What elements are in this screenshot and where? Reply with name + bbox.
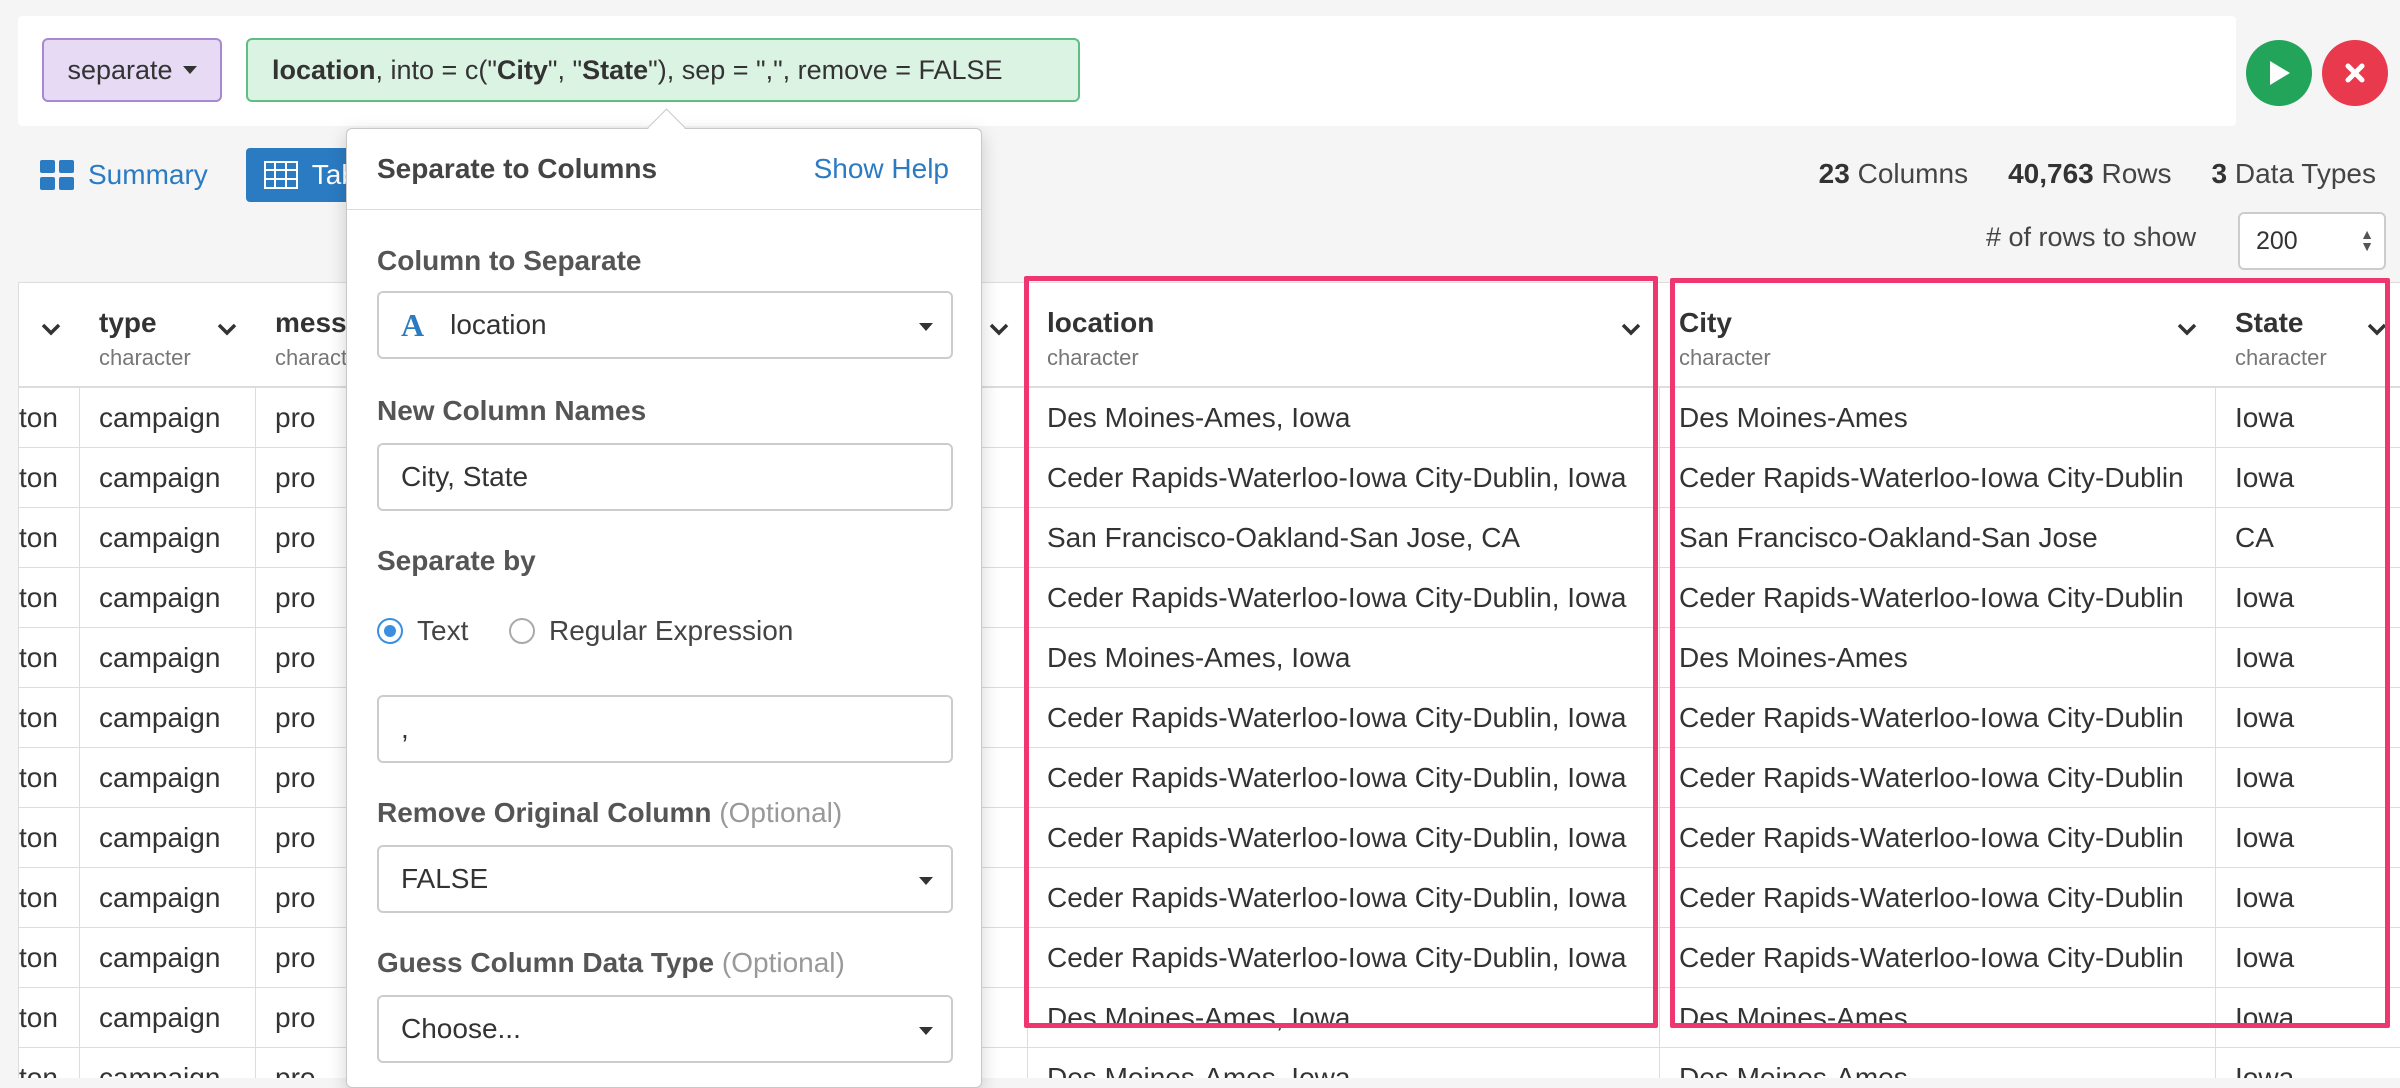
dialog-title: Separate to Columns — [377, 153, 658, 184]
show-help-link[interactable]: Show Help — [814, 153, 949, 185]
chevron-down-icon — [182, 66, 197, 74]
table-cell: ton — [19, 388, 79, 448]
guess-type-value: Choose... — [401, 1013, 521, 1044]
table-cell: campaign — [79, 388, 255, 448]
spinner-icon: ▲ ▼ — [2360, 226, 2374, 254]
table-icon — [263, 161, 298, 189]
table-cell: Des Moines-Ames, Iowa — [1027, 1048, 1659, 1078]
table-cell: campaign — [79, 928, 255, 988]
column-type: type character campaign campaign campaign cam… — [79, 282, 256, 1078]
guess-type-select[interactable]: Choose... — [377, 995, 953, 1063]
highlight-location-column — [1024, 276, 1658, 1028]
table-cell: campaign — [79, 688, 255, 748]
table-cell: campaign — [79, 448, 255, 508]
remove-original-label: Remove Original Column (Optional) — [377, 797, 843, 828]
run-button[interactable] — [2246, 40, 2312, 106]
chevron-down-icon — [919, 323, 933, 331]
table-cell: ton — [19, 448, 79, 508]
table-cell: campaign — [79, 988, 255, 1048]
command-text: ", " — [547, 54, 583, 85]
table-cell: ton — [19, 808, 79, 868]
command-arg-column: location — [272, 54, 376, 85]
rows-to-show-label: # of rows to show — [1986, 222, 2197, 252]
radio-regex-label: Regular Expression — [549, 615, 794, 646]
chevron-down-icon[interactable] — [987, 317, 1011, 341]
rows-to-show-select[interactable]: 200 ▲ ▼ — [2238, 212, 2386, 270]
new-column-names-input[interactable]: City, State — [377, 443, 953, 511]
guess-type-label: Guess Column Data Type (Optional) — [377, 947, 845, 978]
table-cell: campaign — [79, 868, 255, 928]
radio-text-label: Text — [417, 615, 469, 646]
column-header-type: character — [99, 345, 191, 370]
chevron-down-icon[interactable] — [215, 317, 239, 341]
radio-regular-expression[interactable]: Regular Expression — [509, 615, 793, 647]
rows-to-show-value: 200 — [2256, 226, 2298, 255]
radio-text[interactable]: Text — [377, 615, 468, 647]
column-to-separate-select[interactable]: A location — [377, 291, 953, 359]
columns-stat: 23 Columns — [1818, 158, 1969, 189]
data-stats: 23 Columns 40,763 Rows 3 Data Types — [1819, 158, 2376, 190]
separator-value: , — [401, 713, 409, 744]
grid-icon — [40, 160, 74, 190]
view-tabs: Summary Table — [22, 148, 397, 202]
new-column-names-label: New Column Names — [377, 395, 647, 426]
command-bar: separate location, into = c(" City ", " Sta… — [18, 16, 2236, 126]
types-stat: 3 Data Types — [2211, 158, 2376, 189]
cancel-button[interactable] — [2322, 40, 2388, 106]
table-cell: ton — [19, 688, 79, 748]
table-cell: ton — [19, 568, 79, 628]
table-cell: campaign — [79, 748, 255, 808]
new-column-names-value: City, State — [401, 461, 529, 492]
table-cell: campaign — [79, 508, 255, 568]
character-type-icon: A — [401, 306, 425, 343]
table-cell: ton — [19, 628, 79, 688]
command-input[interactable]: location, into = c(" City ", " State "), sep… — [246, 38, 1080, 102]
column-to-separate-label: Column to Separate — [377, 245, 642, 276]
table-cell: campaign — [79, 808, 255, 868]
play-icon — [2270, 61, 2290, 85]
table-cell: ton — [19, 748, 79, 808]
table-cell: campaign — [79, 628, 255, 688]
tab-summary-label: Summary — [88, 159, 208, 190]
radio-selected-icon — [377, 618, 403, 644]
separate-by-label: Separate by — [377, 545, 536, 576]
column-header[interactable]: type character — [79, 282, 255, 388]
radio-unselected-icon — [509, 618, 535, 644]
rows-stat: 40,763 Rows — [2008, 158, 2172, 189]
dialog-header: Separate to Columns Show Help — [347, 129, 981, 210]
table-cell: ton — [19, 988, 79, 1048]
command-text: "), sep = ",", remove = FALSE — [648, 54, 1003, 85]
remove-original-select[interactable]: FALSE — [377, 845, 953, 913]
close-icon — [2345, 63, 2365, 83]
table-cell: ton — [19, 868, 79, 928]
table-cell: campaign — [79, 568, 255, 628]
command-arg-state: State — [582, 54, 649, 85]
chevron-down-icon — [919, 877, 933, 885]
table-cell: campaign — [79, 1048, 255, 1078]
table-cell: ton — [19, 508, 79, 568]
chevron-down-icon — [919, 1027, 933, 1035]
separate-dialog: Separate to Columns Show Help Column to … — [346, 108, 982, 1088]
table-cell: Iowa — [2215, 1048, 2400, 1078]
column-hidden-0: ton ton ton ton ton ton ton ton ton ton ton ton — [19, 282, 80, 1078]
table-cell: ton — [19, 928, 79, 988]
command-text: , into = c(" — [375, 54, 497, 85]
column-header[interactable] — [19, 282, 79, 388]
column-to-separate-value: location — [450, 309, 547, 340]
chevron-down-icon[interactable] — [39, 317, 63, 341]
remove-original-value: FALSE — [401, 863, 489, 894]
separator-input[interactable]: , — [377, 695, 953, 763]
tab-summary[interactable]: Summary — [22, 148, 226, 202]
command-verb-dropdown[interactable]: separate — [42, 38, 222, 102]
table-cell: Des Moines-Ames — [1659, 1048, 2215, 1078]
table-cell: ton — [19, 1048, 79, 1078]
command-verb-label: separate — [67, 54, 173, 85]
command-arg-city: City — [496, 54, 548, 85]
highlight-new-columns — [1670, 278, 2390, 1028]
